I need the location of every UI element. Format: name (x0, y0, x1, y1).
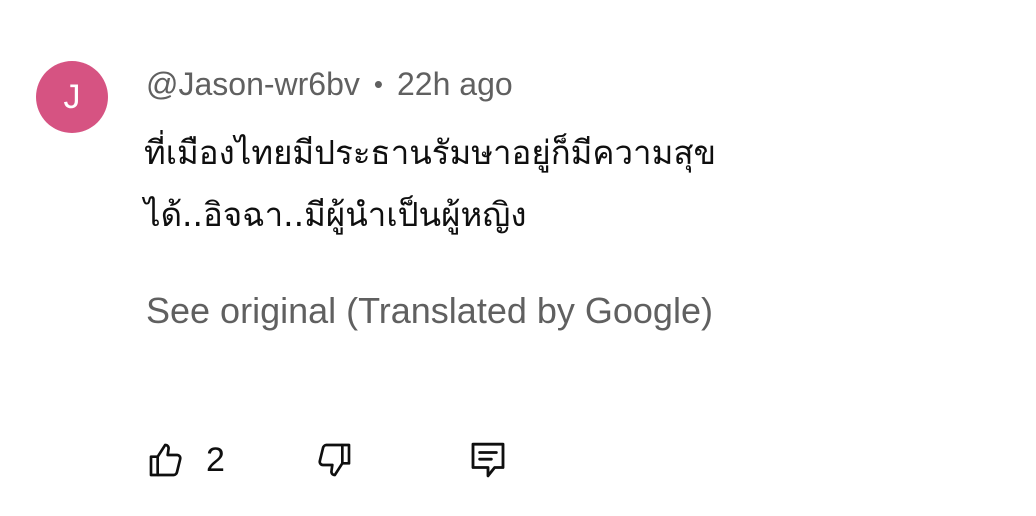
like-count: 2 (206, 440, 225, 479)
thumbs-down-icon (314, 440, 354, 480)
separator-dot: • (373, 68, 383, 99)
reply-comment-icon (468, 439, 508, 481)
comment-body: ที่เมืองไทยมีประธานรัมษาอยู่ก็มีความสุข … (144, 133, 717, 234)
see-original-link[interactable]: See original (Translated by Google) (146, 290, 713, 332)
author-handle[interactable]: @Jason-wr6bv (146, 66, 360, 103)
like-button[interactable]: 2 (146, 436, 225, 484)
thumbs-up-icon (146, 440, 186, 480)
dislike-button[interactable] (314, 436, 354, 484)
avatar[interactable]: J (36, 61, 108, 133)
avatar-initial: J (63, 78, 81, 116)
reply-button[interactable] (468, 436, 508, 484)
comment-header: @Jason-wr6bv • 22h ago (146, 64, 513, 104)
comment-timestamp[interactable]: 22h ago (397, 66, 513, 103)
